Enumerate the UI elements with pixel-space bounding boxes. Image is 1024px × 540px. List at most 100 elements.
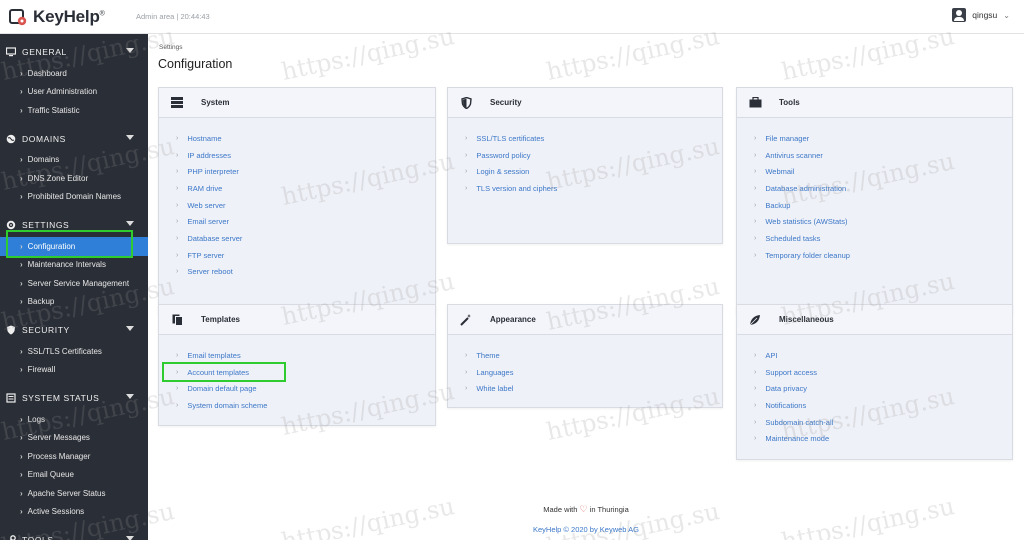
config-link-label: SSL/TLS certificates — [476, 133, 545, 143]
config-link-domain-default-page[interactable]: › Domain default page — [176, 380, 435, 397]
logo[interactable]: KeyHelp® — [0, 0, 148, 34]
config-link-label: Temporary folder cleanup — [765, 250, 850, 260]
sidebar-item-prohibited-domain-names[interactable]: › Prohibited Domain Names — [0, 188, 148, 207]
chevron-right-icon: › — [754, 184, 757, 192]
config-link-system-domain-scheme[interactable]: › System domain scheme — [176, 397, 435, 414]
sidebar-item-active-sessions[interactable]: › Active Sessions — [0, 503, 148, 522]
chevron-right-icon: › — [465, 351, 468, 359]
sidebar-item-traffic-statistic[interactable]: › Traffic Statistic — [0, 101, 148, 120]
sidebar-item-process-manager[interactable]: › Process Manager — [0, 447, 148, 466]
keyhelp-logo-icon — [8, 7, 28, 27]
card-title: Tools — [779, 98, 800, 107]
config-link-web-statistics-awstats-[interactable]: › Web statistics (AWStats) — [754, 213, 1012, 230]
sidebar-item-ssl-tls-certificates[interactable]: › SSL/TLS Certificates — [0, 342, 148, 361]
config-link-password-policy[interactable]: › Password policy — [465, 147, 722, 164]
sidebar-section-general[interactable]: GENERAL — [0, 40, 148, 64]
config-link-php-interpreter[interactable]: › PHP interpreter — [176, 163, 435, 180]
config-link-backup[interactable]: › Backup — [754, 197, 1012, 214]
config-link-support-access[interactable]: › Support access — [754, 364, 1012, 381]
config-link-label: White label — [476, 384, 514, 394]
sidebar-item-label: Backup — [27, 297, 55, 307]
chevron-right-icon: › — [465, 184, 468, 192]
sidebar-item-label: Dashboard — [27, 68, 67, 78]
footer-copyright[interactable]: KeyHelp © 2020 by Keyweb AG — [148, 525, 1024, 534]
chevron-right-icon: › — [20, 414, 23, 424]
user-name: qingsu — [972, 10, 998, 20]
sidebar: GENERAL › Dashboard › User Administratio… — [0, 34, 148, 540]
chevron-right-icon: › — [20, 87, 23, 97]
config-link-database-administration[interactable]: › Database administration — [754, 180, 1012, 197]
user-menu[interactable]: qingsu ⌄ — [952, 8, 1010, 22]
config-link-label: Password policy — [476, 150, 531, 160]
card-appearance: Appearance › Theme › Languages › White l… — [447, 304, 723, 408]
config-link-api[interactable]: › API — [754, 347, 1012, 364]
chevron-right-icon: › — [20, 278, 23, 288]
sidebar-item-logs[interactable]: › Logs — [0, 410, 148, 429]
sidebar-item-dns-zone-editor[interactable]: › DNS Zone Editor — [0, 169, 148, 188]
chevron-right-icon: › — [20, 192, 23, 202]
card-title: Miscellaneous — [779, 315, 834, 324]
sidebar-section-security[interactable]: SECURITY — [0, 318, 148, 342]
sidebar-item-label: Logs — [27, 414, 46, 424]
card-title: System — [201, 98, 230, 107]
highlight-configuration — [6, 230, 133, 258]
chevron-right-icon: › — [176, 385, 179, 393]
sidebar-item-backup[interactable]: › Backup — [0, 293, 148, 312]
sidebar-section-system-status[interactable]: SYSTEM STATUS — [0, 386, 148, 410]
shield-icon — [459, 96, 473, 109]
sidebar-item-label: Firewall — [27, 365, 56, 375]
config-link-server-reboot[interactable]: › Server reboot — [176, 264, 435, 281]
config-link-database-server[interactable]: › Database server — [176, 230, 435, 247]
caret-down-icon — [126, 134, 134, 140]
config-link-ftp-server[interactable]: › FTP server — [176, 247, 435, 264]
card-system: System › Hostname › IP addresses › PHP i… — [158, 87, 436, 315]
sidebar-item-label: SSL/TLS Certificates — [27, 346, 102, 356]
config-link-hostname[interactable]: › Hostname — [176, 130, 435, 147]
config-link-ip-addresses[interactable]: › IP addresses — [176, 147, 435, 164]
admin-area-label: Admin area | 20:44:43 — [136, 12, 210, 21]
config-link-label: Domain default page — [187, 384, 257, 394]
config-link-data-privacy[interactable]: › Data privacy — [754, 380, 1012, 397]
config-link-scheduled-tasks[interactable]: › Scheduled tasks — [754, 230, 1012, 247]
sidebar-item-domains[interactable]: › Domains — [0, 151, 148, 170]
config-link-email-server[interactable]: › Email server — [176, 213, 435, 230]
config-link-theme[interactable]: › Theme — [465, 347, 722, 364]
sidebar-item-apache-server-status[interactable]: › Apache Server Status — [0, 484, 148, 503]
config-link-ram-drive[interactable]: › RAM drive — [176, 180, 435, 197]
config-link-login-session[interactable]: › Login & session — [465, 163, 722, 180]
sidebar-section-tools[interactable]: TOOLS — [0, 528, 148, 540]
sidebar-item-label: Apache Server Status — [27, 488, 106, 498]
config-link-notifications[interactable]: › Notifications — [754, 397, 1012, 414]
sidebar-item-server-service-management[interactable]: › Server Service Management — [0, 274, 148, 293]
config-link-languages[interactable]: › Languages — [465, 364, 722, 381]
sidebar-item-user-administration[interactable]: › User Administration — [0, 83, 148, 102]
config-link-tls-version-and-ciphers[interactable]: › TLS version and ciphers — [465, 180, 722, 197]
footer-made-with: Made with ♡ in Thuringia — [543, 504, 629, 514]
caret-down-icon — [126, 48, 134, 53]
chevron-right-icon: › — [20, 451, 23, 461]
config-link-white-label[interactable]: › White label — [465, 380, 722, 397]
card-miscellaneous: Miscellaneous › API › Support access › D… — [736, 304, 1013, 460]
card-security: Security › SSL/TLS certificates › Passwo… — [447, 87, 723, 244]
config-link-ssl-tls-certificates[interactable]: › SSL/TLS certificates — [465, 130, 722, 147]
config-link-antivirus-scanner[interactable]: › Antivirus scanner — [754, 147, 1012, 164]
sidebar-section-domains[interactable]: DOMAINS — [0, 127, 148, 151]
breadcrumb[interactable]: Settings — [159, 44, 183, 51]
sidebar-item-server-messages[interactable]: › Server Messages — [0, 429, 148, 448]
config-link-temporary-folder-cleanup[interactable]: › Temporary folder cleanup — [754, 247, 1012, 264]
config-link-file-manager[interactable]: › File manager — [754, 130, 1012, 147]
chevron-right-icon: › — [176, 401, 179, 409]
sidebar-item-email-queue[interactable]: › Email Queue — [0, 466, 148, 485]
config-link-maintenance-mode[interactable]: › Maintenance mode — [754, 430, 1012, 447]
config-link-web-server[interactable]: › Web server — [176, 197, 435, 214]
config-link-subdomain-catch-all[interactable]: › Subdomain catch-all — [754, 414, 1012, 431]
sidebar-item-dashboard[interactable]: › Dashboard — [0, 64, 148, 83]
chevron-right-icon: › — [176, 268, 179, 276]
card-header: Miscellaneous — [737, 305, 1012, 335]
sidebar-item-maintenance-intervals[interactable]: › Maintenance Intervals — [0, 256, 148, 275]
card-body: › API › Support access › Data privacy › … — [737, 335, 1012, 447]
sidebar-section-label: GENERAL — [22, 47, 67, 57]
config-link-webmail[interactable]: › Webmail — [754, 163, 1012, 180]
sidebar-item-firewall[interactable]: › Firewall — [0, 361, 148, 380]
